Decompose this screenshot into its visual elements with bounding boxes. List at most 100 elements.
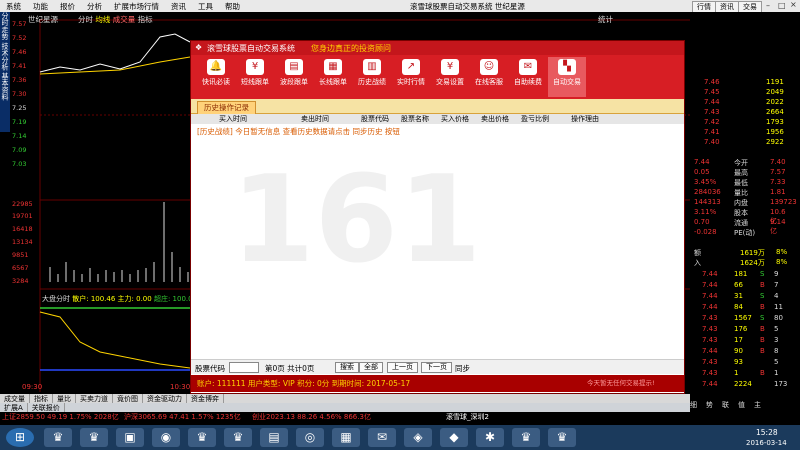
taskbar-app-icon[interactable]: ♛ bbox=[548, 428, 576, 447]
quote-cell: 7.40 bbox=[704, 138, 720, 146]
taskbar-app-icon[interactable]: ♛ bbox=[512, 428, 540, 447]
menu-item[interactable]: 扩展市场行情 bbox=[108, 1, 165, 12]
taskbar-app-icon[interactable]: ♛ bbox=[224, 428, 252, 447]
dialog-slogan: 您身边真正的投资顾问 bbox=[311, 44, 391, 53]
quote-cell: 7.44 bbox=[702, 270, 718, 278]
quote-cell: 7.33 bbox=[770, 178, 786, 186]
quote-cell: 1.81 bbox=[770, 188, 786, 196]
quote-cell: 7.57 bbox=[770, 168, 786, 176]
taskbar-app-icon[interactable]: ♛ bbox=[80, 428, 108, 447]
sub-tab[interactable]: 关联报价 bbox=[28, 403, 65, 412]
close-icon[interactable]: × bbox=[790, 0, 797, 9]
menu-item[interactable]: 分析 bbox=[81, 1, 108, 12]
time-label: 09:30 bbox=[22, 383, 43, 391]
toolbar-button[interactable]: ▚ 自动交易 bbox=[548, 57, 586, 97]
bottom-tab[interactable]: 量比 bbox=[53, 394, 76, 403]
taskbar-app-icon[interactable]: ♛ bbox=[188, 428, 216, 447]
toolbar-button[interactable]: ¥ 短线跟单 bbox=[236, 57, 274, 97]
taskbar-app-icon[interactable]: ♛ bbox=[44, 428, 72, 447]
tab-indicator[interactable]: 指标 bbox=[138, 15, 153, 24]
bottom-tab[interactable]: 资金驱动力 bbox=[143, 394, 187, 403]
volume-tick: 9851 bbox=[12, 251, 29, 259]
volume-bars bbox=[49, 202, 189, 282]
all-button[interactable]: 全部 bbox=[359, 362, 383, 373]
taskbar-app-icon[interactable]: ▤ bbox=[260, 428, 288, 447]
bottom-tab[interactable]: 成交量 bbox=[0, 394, 30, 403]
menu-item[interactable]: 功能 bbox=[27, 1, 54, 12]
quote-row: 7.43 93 5 bbox=[690, 358, 790, 368]
quote-cell: 80 bbox=[774, 314, 783, 322]
tab-volume[interactable]: 成交量 bbox=[113, 15, 136, 24]
account-status: 账户: 111111 用户类型: VIP 积分: 0分 到期时间: 2017-0… bbox=[191, 375, 684, 392]
sync-button[interactable]: 同步 bbox=[455, 363, 470, 374]
toolbar-button[interactable]: ¥ 交易设置 bbox=[431, 57, 469, 97]
quote-row: 7.44 90 B 8 bbox=[690, 347, 790, 357]
right-tab[interactable]: 值 bbox=[738, 401, 745, 409]
app-logo-icon: ❖ bbox=[195, 43, 203, 52]
nav-technical[interactable]: 技术分析 bbox=[1, 42, 9, 70]
bottom-tab[interactable]: 资金博弈 bbox=[187, 394, 224, 403]
quote-cell: 7.44 bbox=[702, 303, 718, 311]
toolbar-button[interactable]: ☺ 在线客服 bbox=[470, 57, 508, 97]
taskbar-app-icon[interactable]: ▦ bbox=[332, 428, 360, 447]
maximize-icon[interactable]: □ bbox=[778, 1, 786, 10]
sub-tab[interactable]: 扩展A bbox=[0, 403, 28, 412]
prev-page-button[interactable]: 上一页 bbox=[387, 362, 418, 373]
trading-dialog: ❖ 滚雪球股票自动交易系统 您身边真正的投资顾问 🔔 快讯必读 ¥ 短线跟单 ▤ 波段跟单… bbox=[190, 40, 685, 394]
taskbar-app-icon[interactable]: ◈ bbox=[404, 428, 432, 447]
code-input[interactable] bbox=[229, 362, 259, 373]
watermark: 161 bbox=[231, 151, 482, 290]
quote-cell: 284036 bbox=[694, 188, 721, 196]
quote-cell: 股本 bbox=[734, 209, 748, 217]
quote-cell: 内盘 bbox=[734, 199, 748, 207]
taskbar-app-icon[interactable]: ◎ bbox=[296, 428, 324, 447]
minimize-icon[interactable]: – bbox=[766, 1, 770, 10]
right-tab[interactable]: 主 bbox=[754, 401, 761, 409]
taskbar-app-icon[interactable]: ◉ bbox=[152, 428, 180, 447]
start-icon[interactable]: ⊞ bbox=[6, 428, 34, 447]
menu-item[interactable]: 报价 bbox=[54, 1, 81, 12]
toolbar-button[interactable]: ▤ 波段跟单 bbox=[275, 57, 313, 97]
dialog-titlebar[interactable]: ❖ 滚雪球股票自动交易系统 您身边真正的投资顾问 bbox=[191, 41, 684, 55]
quote-cell: 0.70 bbox=[694, 218, 710, 226]
toolbar-button[interactable]: ↗ 实时行情 bbox=[392, 57, 430, 97]
bottom-tab[interactable]: 竟价图 bbox=[113, 394, 143, 403]
menu-item[interactable]: 帮助 bbox=[219, 1, 246, 12]
taskbar: ⊞ ♛ ♛ ▣ ◉ ♛ ♛ ▤ ◎ ▦ ✉ ◈ ◆ ✱ ♛ ♛ 15:28 20… bbox=[0, 425, 800, 450]
quote-cell: 7.43 bbox=[702, 358, 718, 366]
quote-cell: 4 bbox=[774, 292, 779, 300]
toolbar-button[interactable]: ▥ 历史战绩 bbox=[353, 57, 391, 97]
taskbar-app-icon[interactable]: ◆ bbox=[440, 428, 468, 447]
code-label: 股票代码 bbox=[195, 364, 225, 373]
toolbar-button[interactable]: ✉ 自助续费 bbox=[509, 57, 547, 97]
tab-history-records[interactable]: 历史操作记录 bbox=[197, 101, 256, 115]
nav-intraday[interactable]: 分时走势 bbox=[1, 12, 9, 40]
tab-ma[interactable]: 均线 bbox=[95, 15, 110, 24]
bottom-tab[interactable]: 指标 bbox=[30, 394, 53, 403]
right-tab[interactable]: 势 bbox=[706, 401, 713, 409]
quote-cell: 176 bbox=[734, 325, 748, 333]
search-button[interactable]: 搜索 bbox=[335, 362, 359, 373]
taskbar-app-icon[interactable]: ▣ bbox=[116, 428, 144, 447]
toolbar-button[interactable]: ▦ 长线跟单 bbox=[314, 57, 352, 97]
toolbar-label: 波段跟单 bbox=[280, 78, 308, 86]
tab-intraday[interactable]: 分时 bbox=[78, 15, 93, 24]
nav-fundamental[interactable]: 基本资料 bbox=[1, 72, 9, 100]
bottom-tab[interactable]: 买卖力道 bbox=[76, 394, 113, 403]
menu-item[interactable]: 工具 bbox=[192, 1, 219, 12]
taskbar-app-icon[interactable]: ✉ bbox=[368, 428, 396, 447]
menu-item[interactable]: 资讯 bbox=[165, 1, 192, 12]
price-tick: 7.25 bbox=[12, 104, 27, 112]
stats-label[interactable]: 统计 bbox=[598, 14, 613, 25]
quote-row: 7.43 176 B 5 bbox=[690, 325, 790, 335]
quote-cell: 7.40 bbox=[770, 158, 786, 166]
toolbar-button[interactable]: 🔔 快讯必读 bbox=[197, 57, 235, 97]
next-page-button[interactable]: 下一页 bbox=[421, 362, 452, 373]
page-info: 第0页 共计0页 bbox=[265, 364, 315, 373]
right-tab[interactable]: 细 bbox=[690, 401, 697, 409]
menu-item[interactable]: 系统 bbox=[0, 1, 27, 12]
taskbar-app-icon[interactable]: ✱ bbox=[476, 428, 504, 447]
right-tab[interactable]: 联 bbox=[722, 401, 729, 409]
quote-cell: B bbox=[760, 336, 765, 344]
quote-row: 7.43 2664 bbox=[690, 108, 790, 118]
